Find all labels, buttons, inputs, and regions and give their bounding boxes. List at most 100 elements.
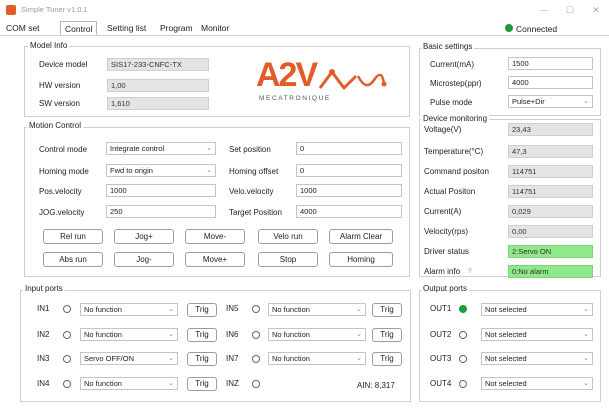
- window-title: Simple Tuner v1.0.1: [21, 5, 88, 14]
- driver-status-value: 2:Servo ON: [508, 245, 593, 258]
- motion-control-title: Motion Control: [27, 121, 84, 131]
- actual-position-value: 114751: [508, 185, 593, 198]
- out1-label: OUT1: [430, 304, 452, 313]
- jog-plus-button[interactable]: Jog+: [114, 229, 174, 244]
- chevron-down-icon: ⌄: [168, 355, 174, 362]
- target-position-field[interactable]: 4000: [296, 205, 402, 218]
- microstep-field[interactable]: 4000: [508, 76, 593, 89]
- tab-program[interactable]: Program: [160, 21, 193, 35]
- device-model-label: Device model: [39, 60, 88, 69]
- move-minus-button[interactable]: Move-: [185, 229, 245, 244]
- set-position-label: Set position: [229, 145, 271, 154]
- chevron-down-icon: ⌄: [356, 355, 362, 362]
- velo-run-button[interactable]: Velo run: [258, 229, 318, 244]
- chevron-down-icon: ⌄: [583, 306, 589, 313]
- actual-position-label: Actual Positon: [424, 187, 476, 196]
- model-info-title: Model Info: [28, 41, 70, 51]
- in1-label: IN1: [37, 304, 50, 313]
- chevron-down-icon: ⌄: [168, 380, 174, 387]
- abs-run-button[interactable]: Abs run: [43, 252, 103, 267]
- in3-select[interactable]: Servo OFF/ON ⌄: [80, 352, 178, 365]
- pos-velocity-field[interactable]: 1000: [106, 184, 216, 197]
- jog-velocity-field[interactable]: 250: [106, 205, 216, 218]
- alarm-info-value: 0:No alarm: [508, 265, 593, 278]
- stop-button[interactable]: Stop: [258, 252, 318, 267]
- temperature-label: Temperature(°C): [424, 147, 484, 156]
- velo-velocity-label: Velo.velocity: [229, 187, 274, 196]
- chevron-down-icon: ⌄: [583, 380, 589, 387]
- in1-value: No function: [84, 305, 122, 314]
- in3-trig-button[interactable]: Trig: [187, 352, 217, 366]
- command-position-value: 114751: [508, 165, 593, 178]
- set-position-field[interactable]: 0: [296, 142, 402, 155]
- inz-label: INZ: [226, 379, 239, 388]
- chevron-down-icon: ⌄: [583, 355, 589, 362]
- in1-trig-button[interactable]: Trig: [187, 303, 217, 317]
- homing-mode-value: Fwd to origin: [110, 166, 153, 175]
- in6-trig-button[interactable]: Trig: [372, 328, 402, 342]
- out3-select[interactable]: Not selected ⌄: [481, 352, 593, 365]
- pulse-mode-select[interactable]: Pulse+Dir ⌄: [508, 95, 593, 108]
- out2-select[interactable]: Not selected ⌄: [481, 328, 593, 341]
- in5-select[interactable]: No function ⌄: [268, 303, 366, 316]
- chevron-down-icon: ⌄: [206, 167, 212, 174]
- out4-select[interactable]: Not selected ⌄: [481, 377, 593, 390]
- chevron-down-icon: ⌄: [583, 331, 589, 338]
- in4-trig-button[interactable]: Trig: [187, 377, 217, 391]
- out4-indicator: [459, 380, 467, 388]
- chevron-down-icon: ⌄: [583, 98, 589, 105]
- homing-button[interactable]: Homing: [329, 252, 393, 267]
- out3-label: OUT3: [430, 354, 452, 363]
- out1-value: Not selected: [485, 305, 527, 314]
- homing-offset-field[interactable]: 0: [296, 164, 402, 177]
- control-mode-select[interactable]: Integrate control ⌄: [106, 142, 216, 155]
- alarm-info-help-icon[interactable]: ?: [468, 266, 472, 277]
- jog-minus-button[interactable]: Jog-: [114, 252, 174, 267]
- jog-velocity-label: JOG.velocity: [39, 208, 85, 217]
- logo-subtitle: MECATRONIQUE: [259, 95, 331, 102]
- in5-indicator: [252, 305, 260, 313]
- tab-monitor[interactable]: Monitor: [201, 21, 229, 35]
- current-a-value: 0,029: [508, 205, 593, 218]
- in7-label: IN7: [226, 354, 239, 363]
- out1-select[interactable]: Not selected ⌄: [481, 303, 593, 316]
- out2-value: Not selected: [485, 330, 527, 339]
- tab-divider: [0, 35, 609, 36]
- in7-indicator: [252, 355, 260, 363]
- basic-settings-title: Basic settings: [421, 42, 475, 52]
- in7-trig-button[interactable]: Trig: [372, 352, 402, 366]
- in2-select[interactable]: No function ⌄: [80, 328, 178, 341]
- tab-setting-list[interactable]: Setting list: [107, 21, 146, 35]
- move-plus-button[interactable]: Move+: [185, 252, 245, 267]
- alarm-clear-button[interactable]: Alarm Clear: [329, 229, 393, 244]
- homing-offset-label: Homing offset: [229, 167, 279, 176]
- output-ports-title: Output ports: [421, 284, 470, 294]
- tab-com-set[interactable]: COM set: [6, 21, 40, 35]
- in5-trig-button[interactable]: Trig: [372, 303, 402, 317]
- out2-label: OUT2: [430, 330, 452, 339]
- rel-run-button[interactable]: Rel run: [43, 229, 103, 244]
- homing-mode-label: Homing mode: [39, 167, 89, 176]
- tab-control[interactable]: Control: [60, 21, 98, 35]
- app-icon: [6, 5, 16, 15]
- driver-status-label: Driver status: [424, 247, 469, 256]
- in4-select[interactable]: No function ⌄: [80, 377, 178, 390]
- in6-select[interactable]: No function ⌄: [268, 328, 366, 341]
- minimize-icon[interactable]: —: [536, 2, 552, 18]
- homing-mode-select[interactable]: Fwd to origin ⌄: [106, 164, 216, 177]
- in2-value: No function: [84, 330, 122, 339]
- in2-trig-button[interactable]: Trig: [187, 328, 217, 342]
- in7-select[interactable]: No function ⌄: [268, 352, 366, 365]
- pulse-mode-value: Pulse+Dir: [512, 97, 545, 106]
- alarm-info-label: Alarm info: [424, 267, 461, 276]
- maximize-icon[interactable]: ☐: [562, 2, 578, 18]
- velocity-rps-label: Velocity(rps): [424, 227, 469, 236]
- in1-select[interactable]: No function ⌄: [80, 303, 178, 316]
- velo-velocity-field[interactable]: 1000: [296, 184, 402, 197]
- current-ma-field[interactable]: 1500: [508, 57, 593, 70]
- close-icon[interactable]: ✕: [588, 2, 604, 18]
- in4-indicator: [63, 380, 71, 388]
- microstep-label: Microstep(ppr): [430, 79, 482, 88]
- out4-label: OUT4: [430, 379, 452, 388]
- current-ma-label: Current(mA): [430, 60, 475, 69]
